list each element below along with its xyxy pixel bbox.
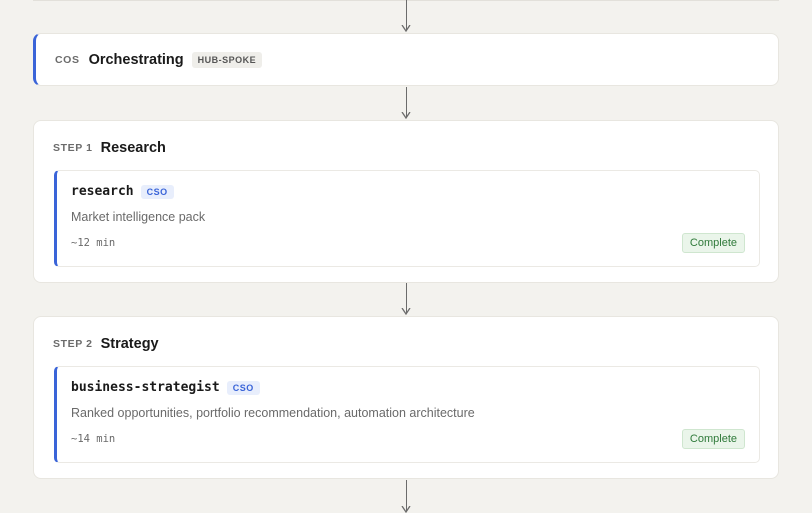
- step-card-strategy: STEP 2 Strategy business-strategist CSO …: [33, 316, 779, 479]
- agent-description: Market intelligence pack: [71, 210, 206, 224]
- status-badge: Complete: [681, 233, 745, 253]
- arrow-down-icon: [401, 506, 411, 513]
- agent-name-row: business-strategist CSO: [71, 380, 260, 395]
- agent-card-research[interactable]: research CSO Market intelligence pack ~1…: [54, 170, 760, 267]
- step-title: Strategy: [100, 336, 159, 352]
- agent-name: research: [71, 184, 134, 199]
- agent-description: Ranked opportunities, portfolio recommen…: [71, 406, 475, 420]
- step-label: STEP 1: [53, 142, 93, 154]
- step-header: STEP 1 Research: [53, 140, 166, 156]
- flow-connector: [400, 87, 412, 119]
- agent-duration: ~14 min: [71, 433, 116, 445]
- mode-tag: HUB-SPOKE: [191, 51, 263, 68]
- flow-connector: [400, 0, 412, 32]
- step-header: STEP 2 Strategy: [53, 336, 159, 352]
- orchestrator-card[interactable]: COS Orchestrating HUB-SPOKE: [33, 33, 779, 86]
- arrow-down-icon: [401, 112, 411, 119]
- agent-duration: ~12 min: [71, 237, 116, 249]
- status-badge: Complete: [681, 429, 745, 449]
- owner-tag: CSO: [140, 184, 174, 199]
- arrow-down-icon: [401, 25, 411, 32]
- step-card-research: STEP 1 Research research CSO Market inte…: [33, 120, 779, 283]
- orchestrator-title: Orchestrating: [88, 51, 184, 68]
- owner-tag: CSO: [226, 380, 260, 395]
- agent-name: business-strategist: [71, 380, 220, 395]
- agent-card-business-strategist[interactable]: business-strategist CSO Ranked opportuni…: [54, 366, 760, 463]
- agent-name-row: research CSO: [71, 184, 174, 199]
- arrow-down-icon: [401, 308, 411, 315]
- orchestrator-role: COS: [55, 53, 80, 66]
- step-label: STEP 2: [53, 338, 93, 350]
- step-title: Research: [100, 140, 166, 156]
- flow-connector: [400, 480, 412, 513]
- flow-connector: [400, 283, 412, 315]
